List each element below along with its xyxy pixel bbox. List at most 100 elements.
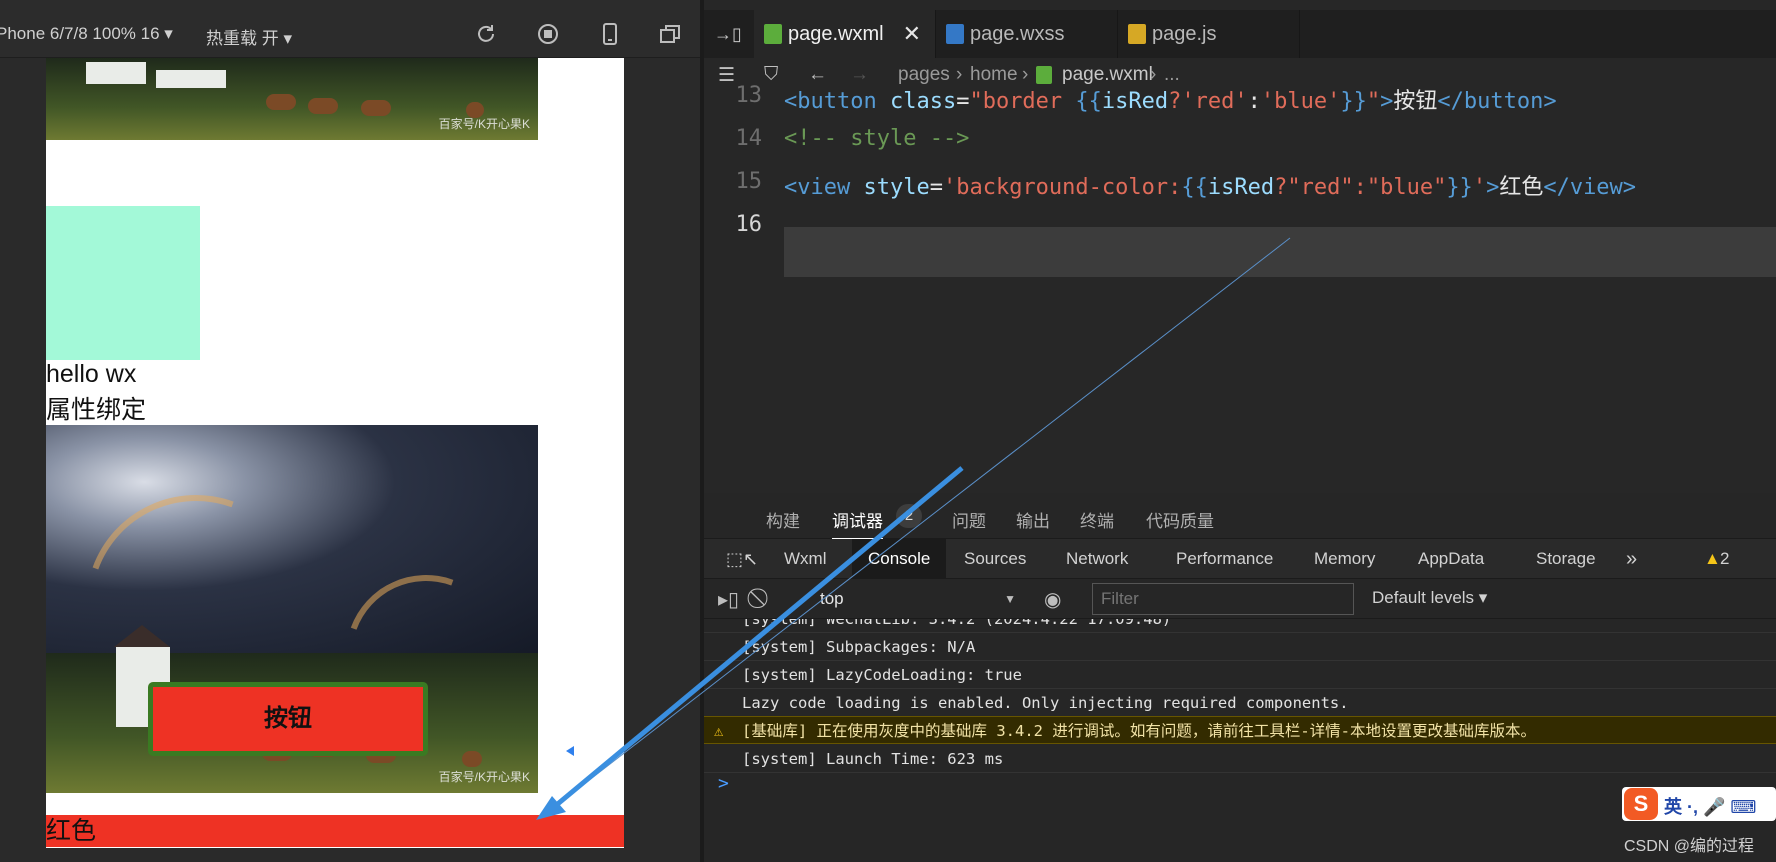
context-label: top	[820, 589, 844, 608]
tab-label: page.wxml	[788, 23, 884, 45]
log-entry: [system] WeChatLib: 3.4.2 (2024.4.22 17:…	[704, 619, 1776, 633]
code-token: 红色	[1499, 175, 1544, 200]
ime-status: 英 ·, 🎤 ⌨	[1664, 797, 1757, 817]
code-token: 按钮	[1393, 89, 1438, 114]
panel-tabs: 构建 调试器 2 问题 输出 终端 代码质量	[704, 493, 1776, 540]
code-token: "	[1366, 89, 1381, 114]
log-entry-warning: ⚠ [基础库] 正在使用灰度中的基础库 3.4.2 进行调试。如有问题，请前往工…	[704, 716, 1776, 744]
tab-output[interactable]: 输出	[1016, 507, 1050, 532]
device-select-label: Phone 6/7/8 100% 16	[0, 24, 160, 43]
code-area[interactable]: 13 <button class="border {{isRed?'red':'…	[704, 83, 1776, 493]
code-token: "border	[969, 89, 1076, 114]
tab-code-quality[interactable]: 代码质量	[1146, 507, 1214, 532]
close-icon[interactable]: ✕	[903, 10, 921, 58]
window-icon[interactable]	[658, 22, 682, 46]
tab-console[interactable]: Console	[852, 539, 947, 579]
record-icon[interactable]	[536, 22, 560, 46]
code-token: <!-- style -->	[784, 126, 970, 151]
tab-storage[interactable]: Storage	[1520, 539, 1612, 579]
image-watermark: 百家号/K开心果K	[438, 117, 530, 131]
hot-reload-toggle[interactable]: 热重载 开 ▾	[206, 24, 292, 49]
warning-icon[interactable]: ▲	[1688, 539, 1737, 579]
sidebar-toggle-icon[interactable]: ▸▯	[718, 587, 739, 612]
tab-page-wxml[interactable]: page.wxml ✕	[754, 10, 936, 58]
sogou-icon: S	[1624, 788, 1658, 820]
hello-text: hello wx	[46, 360, 137, 388]
mint-box	[46, 206, 200, 360]
log-entry: [system] Subpackages: N/A	[704, 633, 1776, 661]
debugger-badge: 2	[896, 504, 922, 528]
phone-icon[interactable]	[598, 22, 622, 46]
demo-button[interactable]: 按钮	[148, 682, 428, 756]
code-editor: →▯ page.wxml ✕ page.wxss page.js ☰ ⛉ ← →…	[704, 0, 1776, 493]
log-entry: Lazy code loading is enabled. Only injec…	[704, 689, 1776, 717]
code-token: 'background-color:	[942, 175, 1182, 200]
tab-network[interactable]: Network	[1050, 539, 1144, 579]
code-token: </view>	[1543, 175, 1637, 200]
code-token: isRed	[1101, 89, 1169, 114]
code-token: 'red'	[1181, 89, 1248, 114]
tab-label: page.wxss	[970, 23, 1065, 45]
simulator-panel: Phone 6/7/8 100% 16 ▾ 热重载 开 ▾ 百家号/K开心果K …	[0, 0, 700, 862]
code-token: >	[1486, 175, 1500, 200]
code-line-14: <!-- style -->	[784, 126, 969, 151]
code-token: }}	[1446, 175, 1473, 200]
tab-issues[interactable]: 问题	[952, 507, 986, 532]
tab-wxml[interactable]: Wxml	[768, 539, 842, 579]
more-tabs-icon[interactable]: »	[1610, 539, 1653, 579]
devtools-window: Phone 6/7/8 100% 16 ▾ 热重载 开 ▾ 百家号/K开心果K …	[0, 0, 1776, 862]
wxml-file-icon	[764, 24, 782, 44]
line-number: 14	[735, 126, 763, 151]
refresh-icon[interactable]	[474, 22, 498, 46]
line-number: 13	[735, 83, 763, 108]
tab-performance[interactable]: Performance	[1160, 539, 1289, 579]
code-token: =	[929, 175, 943, 200]
code-token: </button>	[1437, 89, 1557, 114]
code-token: :	[1247, 89, 1261, 114]
tab-memory[interactable]: Memory	[1298, 539, 1391, 579]
code-token: >	[1380, 89, 1394, 114]
code-token: class	[889, 89, 957, 114]
code-token: =	[956, 89, 970, 114]
console-prompt[interactable]: >	[718, 773, 729, 794]
log-levels-select[interactable]: Default levels ▾	[1372, 588, 1487, 608]
tab-build[interactable]: 构建	[766, 507, 800, 532]
code-token: {{	[1075, 89, 1102, 114]
warning-count: 2	[1720, 549, 1730, 568]
tab-page-js[interactable]: page.js	[1118, 10, 1300, 58]
tab-debugger[interactable]: 调试器	[832, 507, 883, 540]
wxss-file-icon	[946, 24, 964, 44]
code-line-13: <button class="border {{isRed?'red':'blu…	[784, 83, 1557, 115]
devtools-tabs: ⬚↖ Wxml Console Sources Network Performa…	[704, 539, 1776, 579]
line-number: 16	[735, 212, 763, 237]
code-token: }}	[1340, 89, 1367, 114]
ime-toolbar[interactable]: S 英 ·, 🎤 ⌨	[1622, 787, 1776, 821]
code-line-15: <view style='background-color:{{isRed?"r…	[784, 169, 1636, 201]
line-number: 15	[735, 169, 763, 194]
tab-sources[interactable]: Sources	[948, 539, 1042, 579]
js-file-icon	[1128, 24, 1146, 44]
filter-input[interactable]	[1092, 583, 1354, 615]
code-token: <button	[784, 89, 890, 114]
log-entry: [system] LazyCodeLoading: true	[704, 661, 1776, 689]
simulator-toolbar: Phone 6/7/8 100% 16 ▾ 热重载 开 ▾	[0, 0, 700, 58]
current-line-highlight	[784, 227, 1776, 277]
collapse-sidebar-icon[interactable]: →▯	[714, 24, 742, 45]
eye-icon[interactable]: ◉	[1044, 587, 1061, 612]
code-token: ?"red":"blue"	[1274, 175, 1447, 200]
landscape-image-top: 百家号/K开心果K	[46, 58, 538, 140]
log-entry: [system] Launch Time: 623 ms	[704, 745, 1776, 773]
log-levels-label: Default levels	[1372, 588, 1475, 607]
tab-terminal[interactable]: 终端	[1080, 507, 1114, 532]
device-select[interactable]: Phone 6/7/8 100% 16 ▾	[0, 24, 173, 44]
tab-page-wxss[interactable]: page.wxss	[936, 10, 1118, 58]
context-select[interactable]: top ▼	[814, 585, 1026, 613]
red-view: 红色	[46, 815, 624, 847]
console-toolbar: ▸▯ ⃠ top ▼ ◉ Default levels ▾	[704, 579, 1776, 619]
tab-appdata[interactable]: AppData	[1402, 539, 1500, 579]
warning-icon: ⚠	[714, 722, 724, 740]
tab-label: page.js	[1152, 23, 1217, 45]
inspect-icon[interactable]: ⬚↖	[710, 539, 774, 579]
code-token: '	[1472, 175, 1487, 200]
chevron-down-icon: ▼	[1004, 592, 1016, 606]
